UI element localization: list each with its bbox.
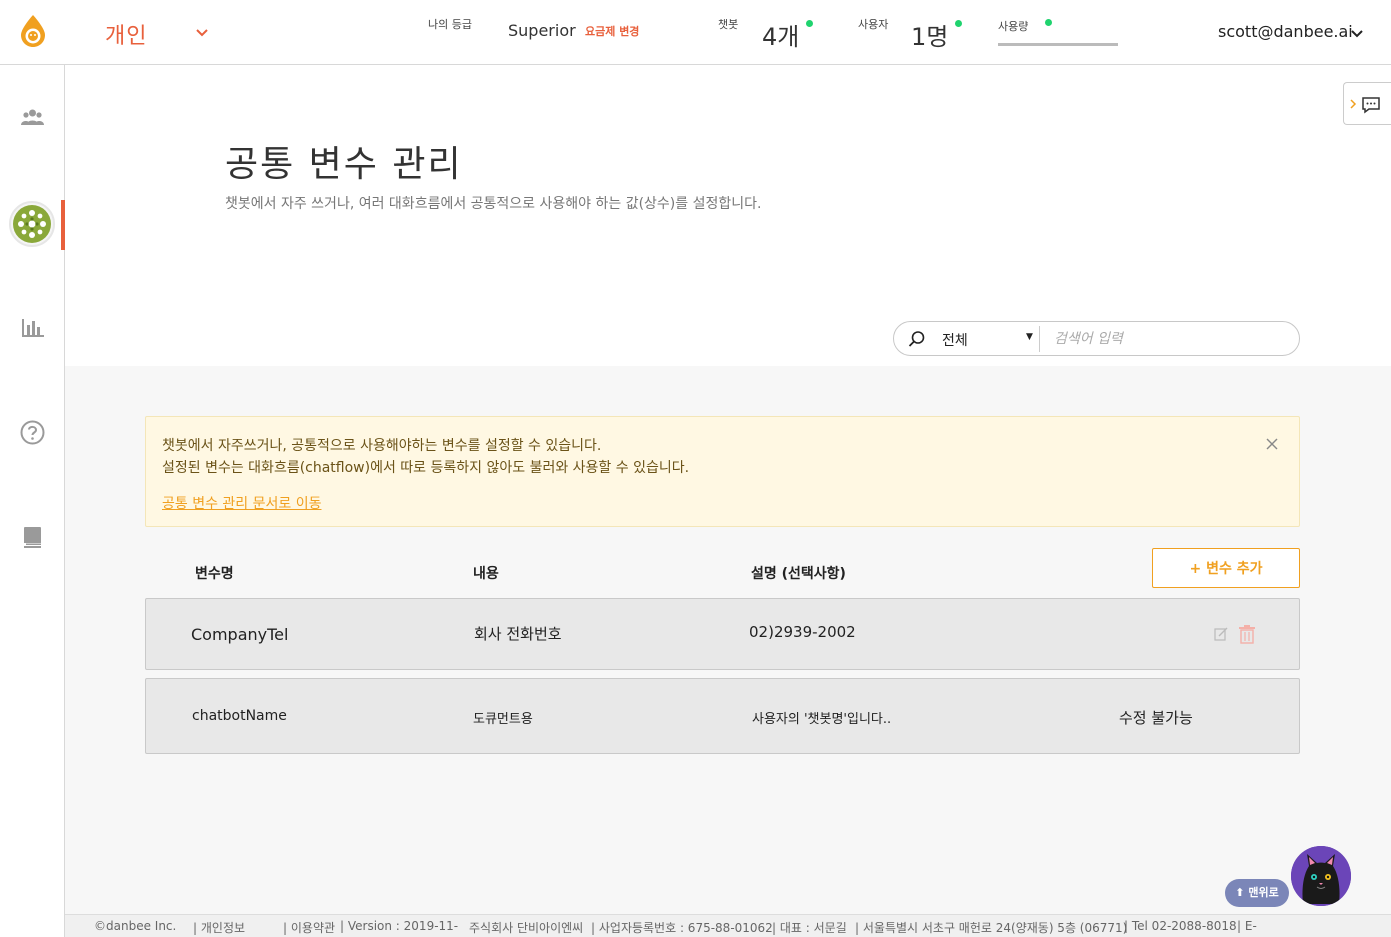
bar-chart-icon[interactable] [20,315,45,340]
chat-panel-tab[interactable] [1343,82,1391,125]
footer-copyright: ©danbee Inc. [94,919,177,933]
table-row[interactable]: CompanyTel 회사 전화번호 02)2939-2002 [145,598,1300,670]
page-header: 공통 변수 관리 챗봇에서 자주 쓰거나, 여러 대화흐름에서 공통적으로 사용… [65,65,1391,366]
column-header-description: 설명 (선택사항) [751,566,846,582]
page-title: 공통 변수 관리 [225,144,463,185]
people-icon[interactable] [20,105,45,130]
top-bar: 개인 나의 등급 Superior 요금제 변경 챗봇 4개 사용자 1명 사용… [0,0,1391,65]
notice-line-2: 설정된 변수는 대화흐름(chatflow)에서 따로 등록하지 않아도 불러와… [162,460,690,476]
search-scope-select[interactable]: 전체 [942,330,968,350]
table-row[interactable]: chatbotName 도큐먼트용 사용자의 '챗봇명'입니다.. 수정 불가능 [145,678,1300,754]
main-content: 챗봇에서 자주쓰거나, 공통적으로 사용해야하는 변수를 설정할 수 있습니다.… [65,366,1391,914]
trash-icon[interactable] [1238,624,1256,644]
edit-icon[interactable] [1214,627,1228,641]
help-icon[interactable] [20,420,45,445]
footer-address: | 서울특별시 서초구 매헌로 24(양재동) 5층 (06771) [855,921,1128,935]
search-divider [1039,326,1040,352]
notice-line-1: 챗봇에서 자주쓰거나, 공통적으로 사용해야하는 변수를 설정할 수 있습니다. [162,438,602,454]
search-icon [908,331,925,347]
readonly-status: 수정 불가능 [1119,709,1193,727]
usage-label: 사용량 [998,20,1029,33]
footer-tel: | Tel 02-2088-8018 [1124,919,1237,933]
footer-bizno: | 사업자등록번호 : 675-88-01062 [591,921,773,935]
book-icon[interactable] [20,525,45,550]
add-variable-button[interactable]: + 변수 추가 [1152,548,1300,588]
usage-status-dot [1045,19,1052,26]
chatbot-label: 챗봇 [718,18,739,31]
page-description: 챗봇에서 자주 쓰거나, 여러 대화흐름에서 공통적으로 사용해야 하는 값(상… [225,196,762,212]
docs-link[interactable]: 공통 변수 관리 문서로 이동 [162,493,321,513]
scroll-top-button[interactable]: ⬆ 맨위로 [1225,879,1289,907]
chevron-down-icon[interactable] [195,26,209,40]
footer-privacy-link[interactable]: | 개인정보 [193,919,245,936]
info-notice: 챗봇에서 자주쓰거나, 공통적으로 사용해야하는 변수를 설정할 수 있습니다.… [145,416,1300,527]
plan-change-link[interactable]: 요금제 변경 [585,23,639,39]
variable-content: 회사 전화번호 [474,625,562,643]
column-header-name: 변수명 [195,566,234,582]
search-box: 전체 ▼ [893,321,1300,356]
footer-version: | Version : 2019-11- [340,919,459,933]
grade-label: 나의 등급 [428,18,472,31]
footer-ceo: | 대표 : 서문길 [772,921,847,935]
variable-content: 도큐먼트용 [473,712,533,727]
footer-company: 주식회사 단비아이엔씨 [469,921,584,935]
chatbot-launcher[interactable] [1291,846,1351,906]
footer-terms-link[interactable]: | 이용약관 [283,919,335,936]
chevron-right-icon [1350,99,1357,109]
caret-down-icon[interactable]: ▼ [1026,332,1033,342]
usage-bar [998,43,1118,46]
workspace-name[interactable]: 개인 [105,18,147,50]
sidebar [0,65,65,937]
chevron-down-icon[interactable] [1350,27,1364,41]
user-email[interactable]: scott@danbee.ai [1218,22,1353,41]
users-count: 1명 [911,23,949,51]
variable-name: chatbotName [192,708,287,724]
close-icon[interactable] [1265,437,1279,451]
footer: ©danbee Inc. | 개인정보 | 이용약관 | Version : 2… [65,914,1391,937]
chatbot-status-dot [806,20,813,27]
column-header-content: 내용 [473,566,499,582]
variable-description: 02)2939-2002 [749,623,856,641]
chatbot-avatar[interactable] [9,201,55,247]
chatbot-count: 4개 [762,23,800,51]
danbee-logo[interactable] [18,14,48,48]
footer-email: | E- [1237,919,1257,933]
search-input[interactable] [1054,328,1284,350]
users-status-dot [955,20,962,27]
variable-description: 사용자의 '챗봇명'입니다.. [752,712,892,727]
grade-value: Superior [508,21,576,40]
variable-name: CompanyTel [191,625,289,644]
users-label: 사용자 [858,18,889,31]
chat-icon [1362,97,1380,114]
